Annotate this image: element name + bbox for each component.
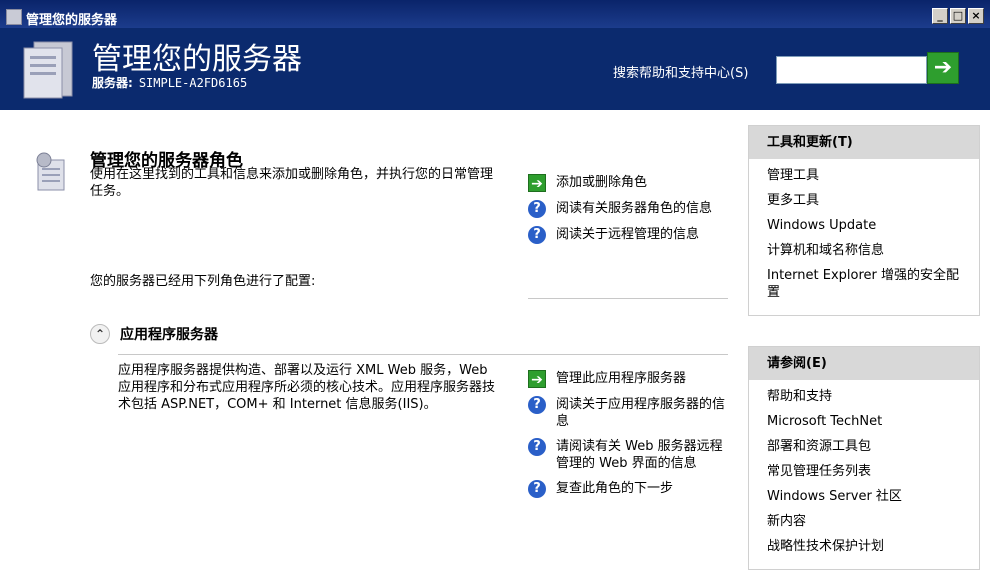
main-actions: ➔ 添加或删除角色 ? 阅读有关服务器角色的信息 ? 阅读关于远程管理的信息 (528, 174, 728, 252)
action-label: 阅读关于远程管理的信息 (556, 227, 700, 242)
read-app-server-link[interactable]: ? 阅读关于应用程序服务器的信息 (528, 396, 728, 430)
search-label: 搜索帮助和支持中心(S) (613, 66, 749, 81)
tools-list: 管理工具 更多工具 Windows Update 计算机和域名称信息 Inter… (749, 159, 979, 315)
add-remove-role-link[interactable]: ➔ 添加或删除角色 (528, 174, 728, 192)
app-icon (6, 9, 22, 25)
server-icon (23, 41, 73, 99)
action-label: 请阅读有关 Web 服务器远程管理的 Web 界面的信息 (556, 439, 723, 471)
action-label: 复查此角色的下一步 (556, 481, 674, 496)
collapse-icon[interactable]: ⌃ (90, 324, 110, 344)
tools-item-computer-domain[interactable]: 计算机和域名称信息 (767, 242, 961, 259)
help-icon: ? (528, 438, 546, 456)
role-description: 应用程序服务器提供构造、部署以及运行 XML Web 服务，Web 应用程序和分… (118, 363, 496, 412)
see-also-item-protection[interactable]: 战略性技术保护计划 (767, 538, 961, 555)
arrow-right-icon: ➔ (933, 55, 953, 80)
see-also-item-whats-new[interactable]: 新内容 (767, 513, 961, 530)
panel-title: 工具和更新(T) (749, 126, 979, 159)
divider (528, 298, 728, 299)
tools-item-windows-update[interactable]: Windows Update (767, 217, 961, 234)
see-also-item-technet[interactable]: Microsoft TechNet (767, 413, 961, 430)
action-label: 阅读关于应用程序服务器的信息 (556, 397, 726, 429)
see-also-list: 帮助和支持 Microsoft TechNet 部署和资源工具包 常见管理任务列… (749, 380, 979, 569)
action-label: 管理此应用程序服务器 (556, 371, 687, 386)
window-title: 管理您的服务器 (26, 13, 118, 28)
server-label: 服务器: (92, 76, 133, 90)
server-info: 服务器: SIMPLE-A2FD6165 (92, 74, 247, 91)
configured-roles-text: 您的服务器已经用下列角色进行了配置: (90, 274, 316, 289)
header-banner: 管理您的服务器 服务器: SIMPLE-A2FD6165 搜索帮助和支持中心(S)… (0, 28, 990, 110)
main-section-description: 使用在这里找到的工具和信息来添加或删除角色，并执行您的日常管理任务。 (90, 167, 494, 199)
see-also-panel: 请参阅(E) 帮助和支持 Microsoft TechNet 部署和资源工具包 … (748, 346, 980, 570)
tools-item-admin-tools[interactable]: 管理工具 (767, 167, 961, 184)
role-section-title[interactable]: ⌃ 应用程序服务器 (90, 324, 218, 344)
search-go-button[interactable]: ➔ (927, 52, 959, 84)
arrow-right-icon: ➔ (528, 174, 546, 192)
server-roles-icon (36, 152, 65, 191)
see-also-item-help[interactable]: 帮助和支持 (767, 388, 961, 405)
close-button[interactable]: × (968, 8, 984, 24)
tools-item-more-tools[interactable]: 更多工具 (767, 192, 961, 209)
server-name: SIMPLE-A2FD6165 (138, 76, 248, 90)
tools-item-ie-esc[interactable]: Internet Explorer 增强的安全配置 (767, 267, 961, 301)
see-also-item-common-tasks[interactable]: 常见管理任务列表 (767, 463, 961, 480)
maximize-button[interactable]: □ (950, 8, 966, 24)
search-input[interactable] (776, 56, 927, 84)
help-icon: ? (528, 396, 546, 414)
read-remote-admin-link[interactable]: ? 阅读关于远程管理的信息 (528, 226, 728, 244)
title-bar: 管理您的服务器 _ □ × (0, 0, 990, 28)
review-next-steps-link[interactable]: ? 复查此角色的下一步 (528, 480, 728, 498)
role-title: 应用程序服务器 (120, 327, 218, 343)
arrow-right-icon: ➔ (528, 370, 546, 388)
page-title: 管理您的服务器 (92, 42, 302, 77)
read-web-remote-admin-link[interactable]: ? 请阅读有关 Web 服务器远程管理的 Web 界面的信息 (528, 438, 728, 472)
panel-title: 请参阅(E) (749, 347, 979, 380)
action-label: 阅读有关服务器角色的信息 (556, 201, 713, 216)
manage-app-server-link[interactable]: ➔ 管理此应用程序服务器 (528, 370, 728, 388)
tools-updates-panel: 工具和更新(T) 管理工具 更多工具 Windows Update 计算机和域名… (748, 125, 980, 316)
window-controls: _ □ × (932, 8, 984, 26)
read-server-roles-link[interactable]: ? 阅读有关服务器角色的信息 (528, 200, 728, 218)
see-also-item-resource-kit[interactable]: 部署和资源工具包 (767, 438, 961, 455)
help-icon: ? (528, 480, 546, 498)
divider (118, 354, 728, 355)
role-actions: ➔ 管理此应用程序服务器 ? 阅读关于应用程序服务器的信息 ? 请阅读有关 We… (528, 370, 728, 506)
help-icon: ? (528, 200, 546, 218)
action-label: 添加或删除角色 (556, 175, 648, 190)
minimize-button[interactable]: _ (932, 8, 948, 24)
help-icon: ? (528, 226, 546, 244)
see-also-item-community[interactable]: Windows Server 社区 (767, 488, 961, 505)
